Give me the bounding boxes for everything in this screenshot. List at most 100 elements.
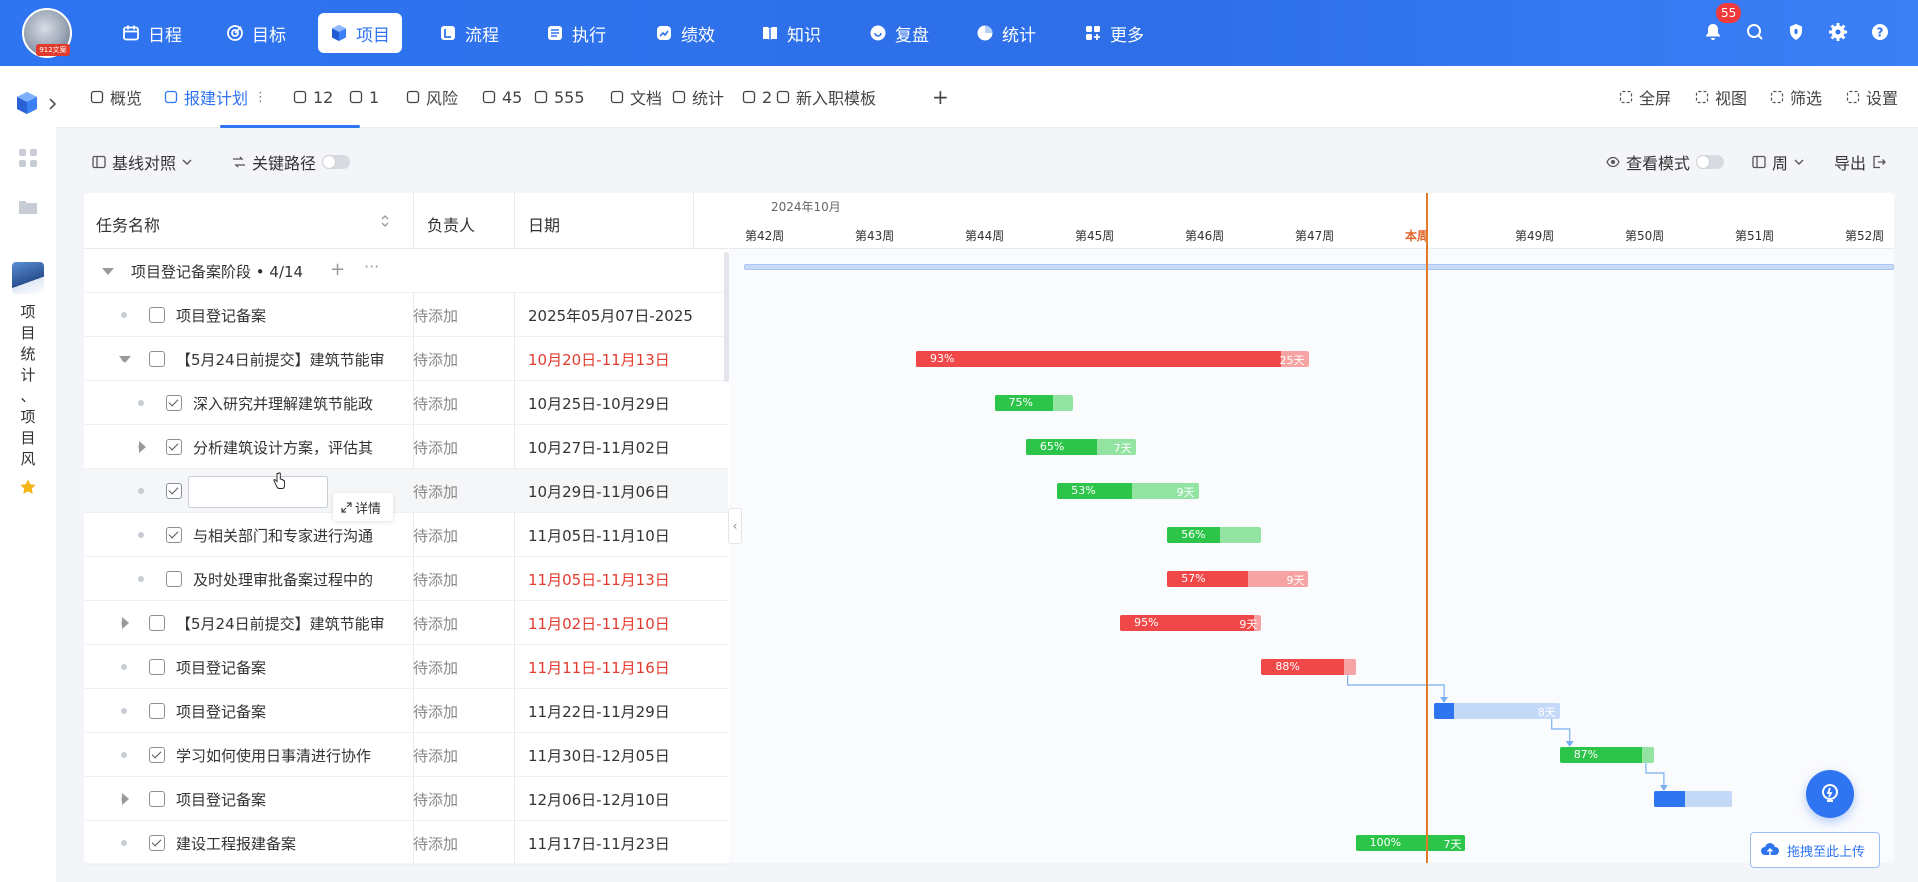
drag-upload-zone[interactable]: 拖拽至此上传 — [1750, 832, 1880, 868]
tab-docs[interactable]: 文档 — [610, 86, 662, 108]
nav-item-2[interactable]: 项目 — [318, 13, 402, 53]
task-owner[interactable]: 待添加 — [413, 481, 458, 502]
search-icon[interactable] — [1745, 22, 1765, 42]
gantt-bar[interactable]: 75% — [994, 395, 1073, 411]
task-checkbox[interactable] — [166, 527, 182, 543]
project-thumbnail[interactable] — [12, 262, 44, 294]
gantt-bar[interactable]: 87% — [1559, 747, 1654, 763]
task-checkbox[interactable] — [149, 351, 165, 367]
view-button[interactable]: 视图 — [1695, 86, 1747, 108]
task-date[interactable]: 2025年05月07日-2025 — [528, 305, 724, 326]
table-row[interactable]: 与相关部门和专家进行沟通 待添加 11月05日-11月10日 — [84, 513, 728, 557]
nav-item-1[interactable]: 目标 — [214, 13, 298, 53]
task-checkbox[interactable] — [149, 615, 165, 631]
tab-template[interactable]: 新入职模板 — [776, 86, 876, 108]
task-name[interactable]: 学习如何使用日事清进行协作 — [176, 745, 396, 766]
nav-item-9[interactable]: 更多 — [1072, 13, 1156, 53]
header-owner[interactable]: 负责人 — [427, 212, 475, 236]
gantt-bar[interactable]: 8天 — [1434, 703, 1560, 719]
add-tab-button[interactable]: + — [932, 85, 949, 109]
filter-button[interactable]: 筛选 — [1770, 86, 1822, 108]
table-row[interactable]: 项目登记备案 待添加 2025年05月07日-2025 — [84, 293, 728, 337]
task-date[interactable]: 10月27日-11月02日 — [528, 437, 724, 458]
table-row[interactable]: 建设工程报建备案 待添加 11月17日-11月23日 — [84, 821, 728, 865]
view-mode-toggle[interactable] — [1696, 155, 1725, 169]
table-row[interactable]: 项目登记备案 待添加 11月22日-11月29日 — [84, 689, 728, 733]
time-scale-dropdown[interactable]: 周 — [1752, 150, 1804, 174]
task-owner[interactable]: 待添加 — [413, 569, 458, 590]
table-row[interactable]: 学习如何使用日事清进行协作 待添加 11月30日-12月05日 — [84, 733, 728, 777]
task-date[interactable]: 11月30日-12月05日 — [528, 745, 724, 766]
task-name[interactable]: 【5月24日前提交】建筑节能审 — [176, 349, 396, 370]
task-owner[interactable]: 待添加 — [413, 393, 458, 414]
critical-path-toggle[interactable] — [322, 155, 351, 169]
task-owner[interactable]: 待添加 — [413, 833, 458, 854]
gear-icon[interactable] — [1828, 22, 1848, 42]
nav-item-5[interactable]: 绩效 — [643, 13, 727, 53]
table-row[interactable]: 编制详细的审批备案待添加10月29日-11月06日 — [84, 469, 728, 513]
task-date[interactable]: 10月29日-11月06日 — [528, 481, 724, 502]
gantt-bar[interactable]: 88% — [1261, 659, 1356, 675]
nav-item-4[interactable]: 执行 — [534, 13, 618, 53]
tab-risk[interactable]: 风险 — [406, 86, 458, 108]
detail-button[interactable]: 详情 — [333, 493, 393, 521]
gantt-bar[interactable]: 95% 9天 — [1120, 615, 1262, 631]
fullscreen-button[interactable]: 全屏 — [1619, 86, 1671, 108]
nav-item-0[interactable]: 日程 — [110, 13, 194, 53]
add-task-icon[interactable]: + — [330, 259, 345, 280]
task-name[interactable]: 深入研究并理解建筑节能政 — [193, 393, 396, 414]
task-date[interactable]: 10月20日-11月13日 — [528, 349, 724, 370]
nav-item-7[interactable]: 复盘 — [857, 13, 941, 53]
tab-issues[interactable]: 1 — [349, 86, 379, 108]
table-row[interactable]: 分析建筑设计方案，评估其 待添加 10月27日-11月02日 — [84, 425, 728, 469]
group-summary-bar[interactable] — [744, 264, 1894, 270]
task-date[interactable]: 12月06日-12月10日 — [528, 789, 724, 810]
task-date[interactable]: 11月17日-11月23日 — [528, 833, 724, 854]
task-owner[interactable]: 待添加 — [413, 613, 458, 634]
task-checkbox[interactable] — [166, 571, 182, 587]
task-checkbox[interactable] — [149, 703, 165, 719]
folder-icon[interactable] — [18, 198, 38, 216]
more-icon[interactable]: ··· — [364, 257, 379, 276]
tab-plan[interactable]: 报建计划 ⋮ — [164, 86, 267, 108]
task-checkbox[interactable] — [166, 395, 182, 411]
table-row[interactable]: 【5月24日前提交】建筑节能审 待添加 11月02日-11月10日 — [84, 601, 728, 645]
task-name[interactable]: 项目登记备案 — [176, 305, 396, 326]
gantt-bar[interactable]: 53% 9天 — [1057, 483, 1199, 499]
task-checkbox[interactable] — [149, 747, 165, 763]
task-owner[interactable]: 待添加 — [413, 701, 458, 722]
bell-icon[interactable] — [1703, 22, 1723, 42]
project-name-vertical[interactable]: 项目统计、项目风 — [18, 302, 38, 470]
task-name[interactable]: 与相关部门和专家进行沟通 — [193, 525, 396, 546]
nav-item-8[interactable]: 统计 — [964, 13, 1048, 53]
task-name[interactable]: 项目登记备案 — [176, 657, 396, 678]
gantt-bar[interactable] — [1653, 791, 1733, 807]
tab-overview[interactable]: 概览 — [90, 86, 142, 108]
task-name[interactable]: 建设工程报建备案 — [176, 833, 396, 854]
view-mode-control[interactable]: 查看模式 — [1606, 150, 1725, 174]
caret-right-icon[interactable] — [139, 441, 146, 453]
task-owner[interactable]: 待添加 — [413, 657, 458, 678]
collapse-grid-button[interactable]: ‹ — [728, 508, 742, 544]
task-owner[interactable]: 待添加 — [413, 525, 458, 546]
caret-right-icon[interactable] — [122, 617, 129, 629]
task-owner[interactable]: 待添加 — [413, 349, 458, 370]
gantt-bar[interactable]: 56% — [1167, 527, 1262, 543]
task-checkbox[interactable] — [149, 791, 165, 807]
table-row[interactable]: 【5月24日前提交】建筑节能审 待添加 10月20日-11月13日 — [84, 337, 728, 381]
task-date[interactable]: 10月25日-10月29日 — [528, 393, 724, 414]
apps-grid-icon[interactable] — [18, 148, 38, 168]
baseline-compare-dropdown[interactable]: 基线对照 — [92, 150, 192, 174]
task-name[interactable]: 项目登记备案 — [176, 789, 396, 810]
header-task-name[interactable]: 任务名称 — [96, 212, 160, 236]
caret-down-icon[interactable] — [102, 268, 114, 275]
task-checkbox[interactable] — [166, 439, 182, 455]
tab-records[interactable]: 45 — [482, 86, 522, 108]
critical-path-control[interactable]: 关键路径 — [232, 150, 351, 174]
nav-item-3[interactable]: 流程 — [427, 13, 511, 53]
tab-stats[interactable]: 统计 — [672, 86, 724, 108]
task-owner[interactable]: 待添加 — [413, 745, 458, 766]
caret-down-icon[interactable] — [119, 356, 131, 363]
task-name-edit-box[interactable] — [188, 476, 328, 508]
task-owner[interactable]: 待添加 — [413, 305, 458, 326]
